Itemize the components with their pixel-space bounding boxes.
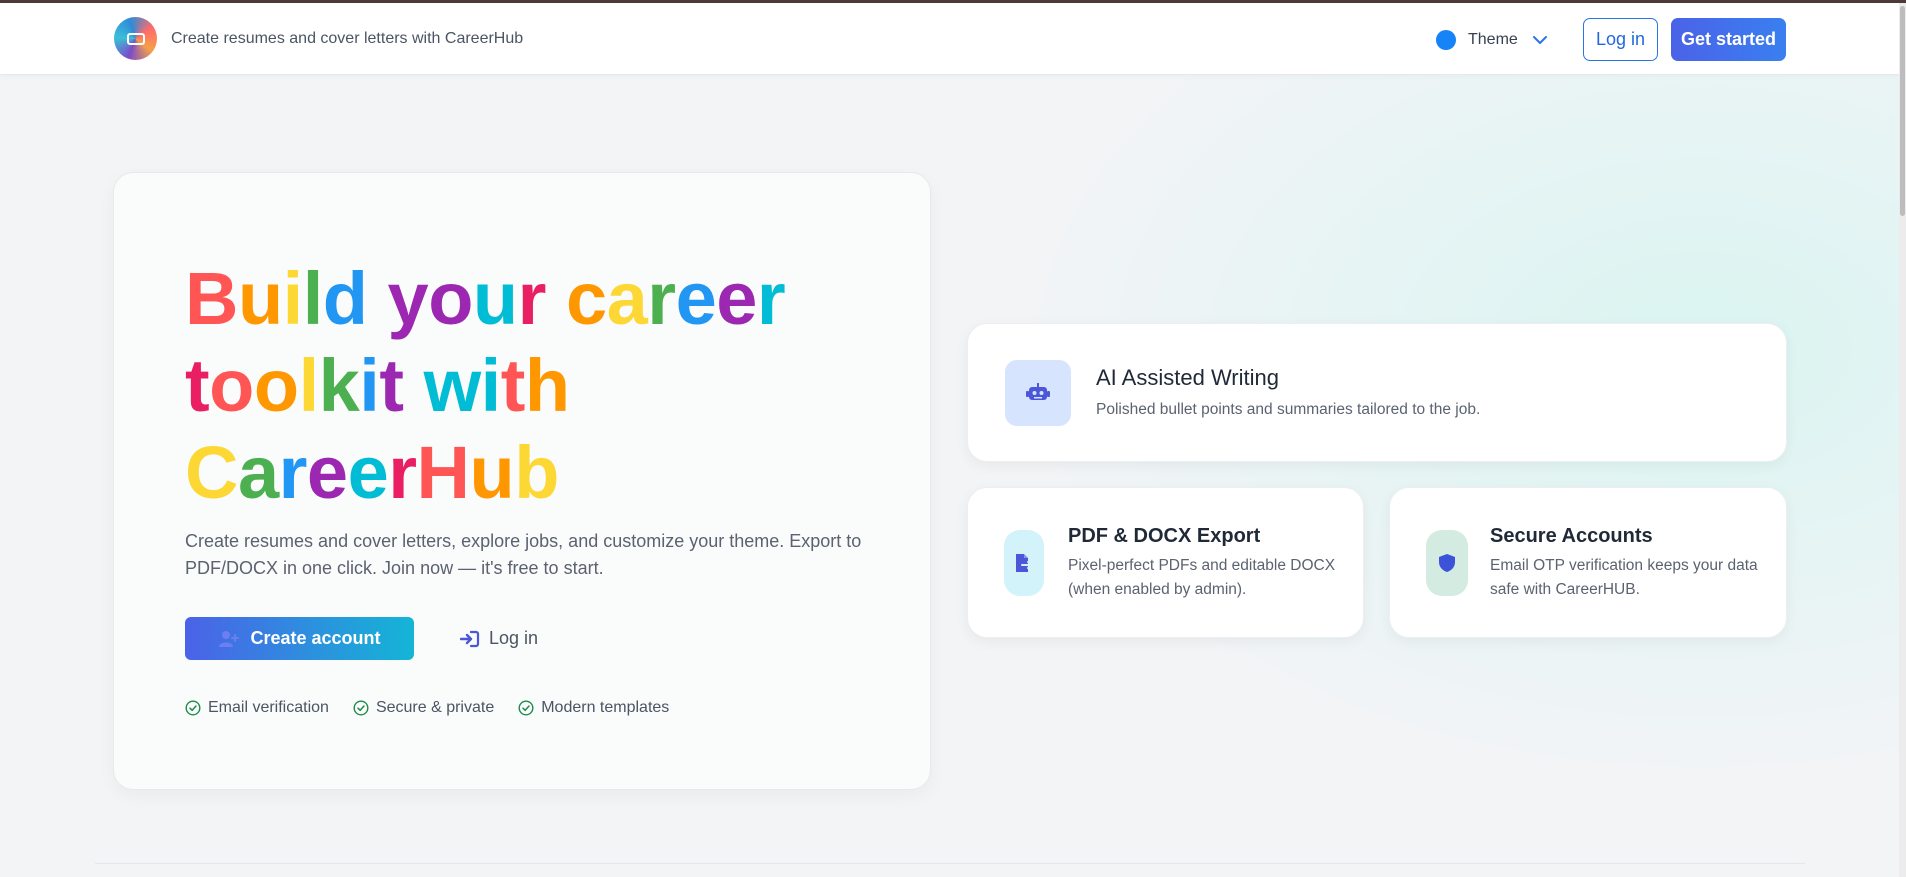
- headline-letter: o: [253, 344, 299, 427]
- headline-word: CareerHub: [185, 431, 559, 514]
- check-email-verification: Email verification: [185, 699, 329, 717]
- check-circle-icon: [518, 700, 534, 716]
- check-circle-icon: [185, 700, 201, 716]
- headline-letter: e: [716, 257, 757, 340]
- brand-tagline: Create resumes and cover letters with Ca…: [171, 30, 524, 47]
- sign-in-icon: [460, 630, 480, 647]
- feature-card-secure: Secure Accounts Email OTP verification k…: [1389, 487, 1787, 638]
- robot-icon: [1026, 383, 1050, 400]
- check-label: Modern templates: [541, 699, 670, 716]
- feature-description: Pixel-perfect PDFs and editable DOCX (wh…: [1068, 557, 1336, 598]
- hero-login-button[interactable]: Log in: [460, 617, 560, 660]
- headline-letter: e: [675, 257, 717, 340]
- headline-letter: u: [469, 431, 515, 514]
- user-plus-icon: [219, 630, 240, 647]
- headline-letter: l: [302, 257, 324, 340]
- check-secure-private: Secure & private: [353, 699, 494, 717]
- page-scrollbar-thumb[interactable]: [1900, 6, 1905, 216]
- headline-word: with: [424, 344, 570, 427]
- headline-letter: u: [237, 257, 283, 340]
- check-circle-icon: [353, 700, 369, 716]
- check-modern-templates: Modern templates: [518, 699, 669, 717]
- headline-letter: w: [423, 344, 482, 427]
- headline-letter: o: [209, 344, 254, 427]
- headline-word: Build: [185, 257, 368, 340]
- headline-letter: c: [565, 257, 607, 340]
- headline-letter: r: [388, 431, 417, 514]
- feature-description: Polished bullet points and summaries tai…: [1096, 401, 1481, 418]
- shield-icon: [1439, 554, 1455, 572]
- headline-word: career: [565, 257, 786, 340]
- careerhub-logo[interactable]: [114, 17, 157, 60]
- headline-letter: i: [359, 344, 380, 427]
- headline-letter: u: [472, 257, 518, 340]
- headline-word: your: [387, 257, 547, 340]
- header-login-button[interactable]: Log in: [1583, 18, 1658, 61]
- headline-letter: a: [237, 431, 279, 514]
- headline-letter: B: [185, 257, 238, 340]
- headline-letter: e: [306, 431, 348, 514]
- headline-letter: l: [298, 344, 320, 427]
- headline-letter: t: [379, 344, 404, 427]
- feature-card-export: PDF & DOCX Export Pixel-perfect PDFs and…: [967, 487, 1364, 638]
- theme-selector[interactable]: Theme: [1436, 24, 1550, 56]
- hero-subtitle: Create resumes and cover letters, explor…: [185, 531, 862, 578]
- feature-description: Email OTP verification keeps your data s…: [1490, 557, 1758, 598]
- headline-letter: r: [756, 257, 786, 340]
- feature-title: Secure Accounts: [1490, 525, 1653, 547]
- headline-letter: H: [416, 431, 470, 514]
- logo-mark: [126, 32, 145, 45]
- create-account-label: Create account: [250, 628, 381, 648]
- headline-letter: r: [278, 431, 308, 514]
- feature-card-ai-writing: AI Assisted Writing Polished bullet poin…: [967, 323, 1787, 462]
- background-tint: [900, 75, 1899, 855]
- headline-letter: k: [318, 344, 360, 427]
- headline-letter: a: [606, 257, 648, 340]
- export-icon-box: [1004, 530, 1044, 596]
- check-label: Secure & private: [375, 699, 495, 716]
- headline-letter: C: [185, 431, 238, 514]
- theme-color-swatch: [1436, 30, 1456, 50]
- feature-title: AI Assisted Writing: [1096, 365, 1279, 390]
- headline-letter: e: [347, 431, 389, 514]
- feature-checklist: Email verification Secure & private Mode…: [185, 699, 669, 717]
- theme-label: Theme: [1468, 31, 1518, 48]
- headline-letter: y: [387, 257, 429, 340]
- check-label: Email verification: [208, 699, 329, 716]
- chevron-down-icon: [1532, 36, 1547, 44]
- feature-title: PDF & DOCX Export: [1068, 525, 1261, 547]
- top-navbar: Create resumes and cover letters with Ca…: [0, 3, 1899, 75]
- headline-letter: t: [185, 344, 210, 427]
- get-started-button[interactable]: Get started: [1671, 18, 1786, 61]
- headline-letter: o: [428, 257, 473, 340]
- create-account-button[interactable]: Create account: [185, 617, 414, 660]
- file-export-icon: [1016, 554, 1032, 572]
- headline-letter: i: [282, 257, 304, 340]
- footer-divider: [95, 863, 1805, 864]
- headline-letter: b: [514, 431, 559, 514]
- headline-letter: d: [322, 257, 368, 340]
- headline-letter: i: [480, 344, 502, 427]
- robot-icon-box: [1005, 360, 1071, 426]
- headline-letter: r: [647, 257, 676, 340]
- hero-headline: Build your career toolkit with CareerHub: [185, 255, 905, 516]
- hero-card: Build your career toolkit with CareerHub C…: [113, 172, 931, 790]
- headline-word: toolkit: [185, 344, 404, 427]
- headline-letter: t: [500, 344, 526, 427]
- shield-icon-box: [1426, 530, 1468, 596]
- hero-login-label: Log in: [489, 628, 539, 648]
- headline-letter: h: [524, 344, 570, 427]
- headline-letter: r: [517, 257, 547, 340]
